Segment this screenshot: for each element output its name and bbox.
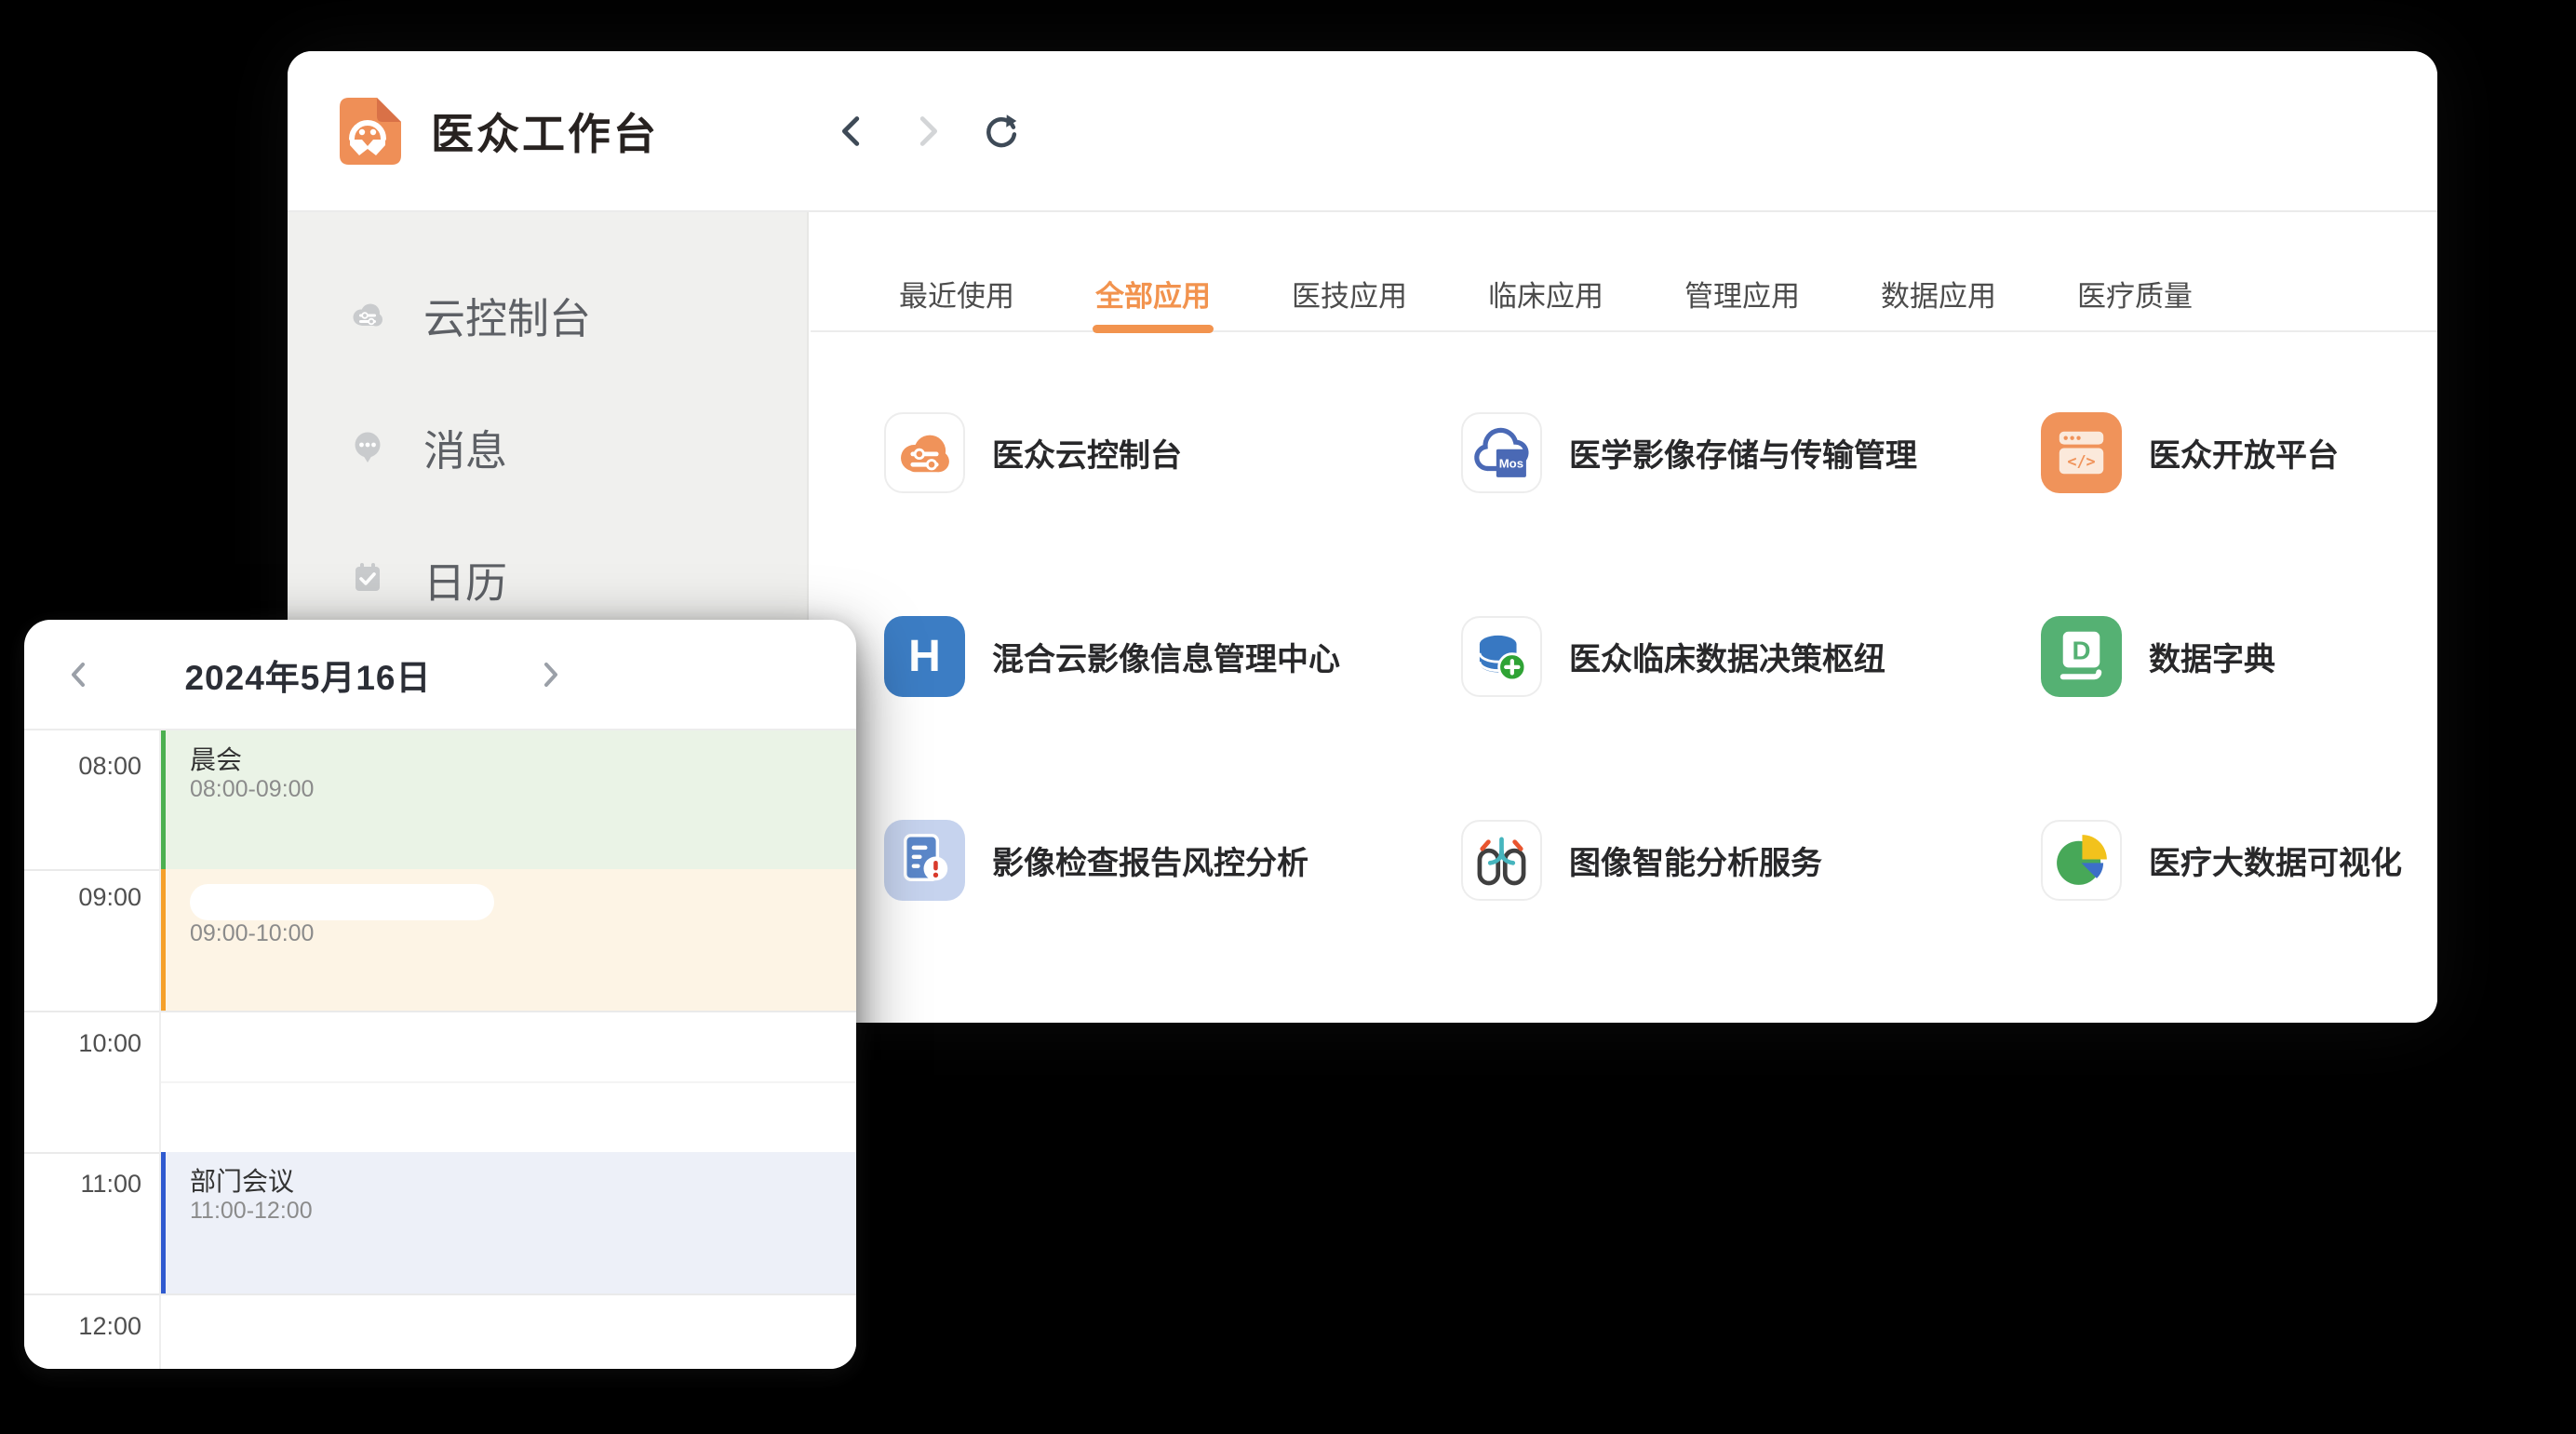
app-name: 医疗大数据可视化 xyxy=(2149,838,2402,883)
refresh-button[interactable] xyxy=(980,110,1023,153)
app-image-ai-service[interactable]: 图像智能分析服务 xyxy=(1461,820,2041,901)
app-name: 医众开放平台 xyxy=(2149,430,2339,476)
app-report-risk-analysis[interactable]: 影像检查报告风控分析 xyxy=(884,820,1461,901)
calendar-date: 2024年5月16日 xyxy=(127,620,490,729)
cloud-sliders-icon xyxy=(886,412,963,493)
lungs-icon xyxy=(1463,820,1540,901)
app-grid: 医众云控制台 Mos 医学影像存储与传输管理 xyxy=(811,334,2437,1023)
time-column-divider xyxy=(159,730,161,1369)
content-area: 最近使用 全部应用 医技应用 临床应用 管理应用 数据应用 医疗质量 xyxy=(811,212,2437,1023)
tab-bar: 最近使用 全部应用 医技应用 临床应用 管理应用 数据应用 医疗质量 xyxy=(811,212,2437,332)
time-label: 09:00 xyxy=(24,881,141,913)
calendar-event-redacted[interactable]: 09:00-10:00 xyxy=(159,869,856,1011)
report-alert-icon xyxy=(884,820,965,901)
app-imaging-storage-transfer[interactable]: Mos 医学影像存储与传输管理 xyxy=(1461,412,2041,493)
hour-gridline xyxy=(24,1293,856,1295)
refresh-icon xyxy=(980,110,1023,153)
calendar-prev-day-button[interactable] xyxy=(50,620,106,729)
app-name: 医众云控制台 xyxy=(992,430,1182,476)
time-label: 08:00 xyxy=(24,750,141,782)
app-name: 医众临床数据决策枢纽 xyxy=(1569,634,1885,679)
message-icon xyxy=(345,424,390,469)
back-button[interactable] xyxy=(831,110,874,153)
app-name: 影像检查报告风控分析 xyxy=(992,838,1308,883)
chevron-left-icon xyxy=(831,110,874,153)
sidebar-item-label: 日历 xyxy=(423,549,507,610)
window-header: 医众工作台 xyxy=(288,51,2437,212)
sidebar-item-calendar[interactable]: 日历 xyxy=(288,532,807,625)
time-label: 12:00 xyxy=(24,1310,141,1342)
calendar-day-view: 晨会 08:00-09:00 09:00-10:00 部门会议 11:00-12… xyxy=(24,730,856,1369)
app-name: 图像智能分析服务 xyxy=(1569,838,1822,883)
database-plus-icon xyxy=(1463,616,1540,697)
app-data-dictionary[interactable]: D 数据字典 xyxy=(2041,616,2437,697)
sidebar-item-cloud-console[interactable]: 云控制台 xyxy=(288,268,807,361)
calendar-icon xyxy=(345,556,390,601)
app-hybrid-cloud-imaging-center[interactable]: H 混合云影像信息管理中心 xyxy=(884,616,1461,697)
tab-all-apps[interactable]: 全部应用 xyxy=(1095,273,1211,315)
sidebar-item-label: 消息 xyxy=(423,417,507,477)
tab-management-apps[interactable]: 管理应用 xyxy=(1684,273,1800,315)
app-name: 医学影像存储与传输管理 xyxy=(1569,430,1917,476)
calendar-next-day-button[interactable] xyxy=(523,620,579,729)
svg-text:Mos: Mos xyxy=(1499,457,1523,471)
app-big-data-visualization[interactable]: 医疗大数据可视化 xyxy=(2041,820,2437,901)
calendar-event-department-meeting[interactable]: 部门会议 11:00-12:00 xyxy=(159,1152,856,1293)
event-title: 部门会议 xyxy=(190,1166,856,1198)
app-name: 数据字典 xyxy=(2149,634,2275,679)
data-dictionary-book-icon: D xyxy=(2041,616,2122,697)
cloud-console-icon xyxy=(345,292,390,337)
calendar-event-morning-meeting[interactable]: 晨会 08:00-09:00 xyxy=(159,730,856,869)
svg-text:D: D xyxy=(2073,636,2091,664)
sidebar-item-label: 云控制台 xyxy=(423,285,591,345)
time-label: 11:00 xyxy=(24,1168,141,1199)
calendar-popup: 2024年5月16日 晨会 08:00-09:00 09:00-10:00 部门… xyxy=(24,620,856,1369)
window-title: 医众工作台 xyxy=(431,101,659,162)
tab-medical-quality[interactable]: 医疗质量 xyxy=(2077,273,2193,315)
event-title: 晨会 xyxy=(190,744,856,776)
nav-controls xyxy=(831,110,1023,153)
tab-medtech-apps[interactable]: 医技应用 xyxy=(1292,273,1407,315)
tab-clinical-apps[interactable]: 临床应用 xyxy=(1488,273,1603,315)
hybrid-cloud-h-icon: H xyxy=(884,616,965,697)
chevron-right-icon xyxy=(538,657,564,692)
pie-chart-icon xyxy=(2043,820,2120,901)
app-logo-icon xyxy=(327,90,409,172)
event-time: 08:00-09:00 xyxy=(190,776,856,802)
hour-gridline xyxy=(24,1011,856,1012)
time-label: 10:00 xyxy=(24,1027,141,1059)
app-open-platform[interactable]: </> 医众开放平台 xyxy=(2041,412,2437,493)
svg-text:</>: </> xyxy=(2067,451,2095,470)
forward-button[interactable] xyxy=(906,110,948,153)
open-platform-code-icon: </> xyxy=(2041,412,2122,493)
event-time: 11:00-12:00 xyxy=(190,1198,856,1224)
chevron-left-icon xyxy=(65,657,91,692)
event-time: 09:00-10:00 xyxy=(190,920,856,946)
calendar-header: 2024年5月16日 xyxy=(24,620,856,730)
tab-data-apps[interactable]: 数据应用 xyxy=(1881,273,1996,315)
redacted-event-title xyxy=(190,884,494,920)
app-cloud-console[interactable]: 医众云控制台 xyxy=(884,412,1461,493)
sidebar-item-messages[interactable]: 消息 xyxy=(288,400,807,493)
app-clinical-data-hub[interactable]: 医众临床数据决策枢纽 xyxy=(1461,616,2041,697)
app-name: 混合云影像信息管理中心 xyxy=(992,634,1340,679)
mos-cloud-icon: Mos xyxy=(1463,412,1540,493)
chevron-right-icon xyxy=(906,110,948,153)
half-hour-gridline xyxy=(161,1081,856,1083)
tab-recent[interactable]: 最近使用 xyxy=(899,273,1014,315)
